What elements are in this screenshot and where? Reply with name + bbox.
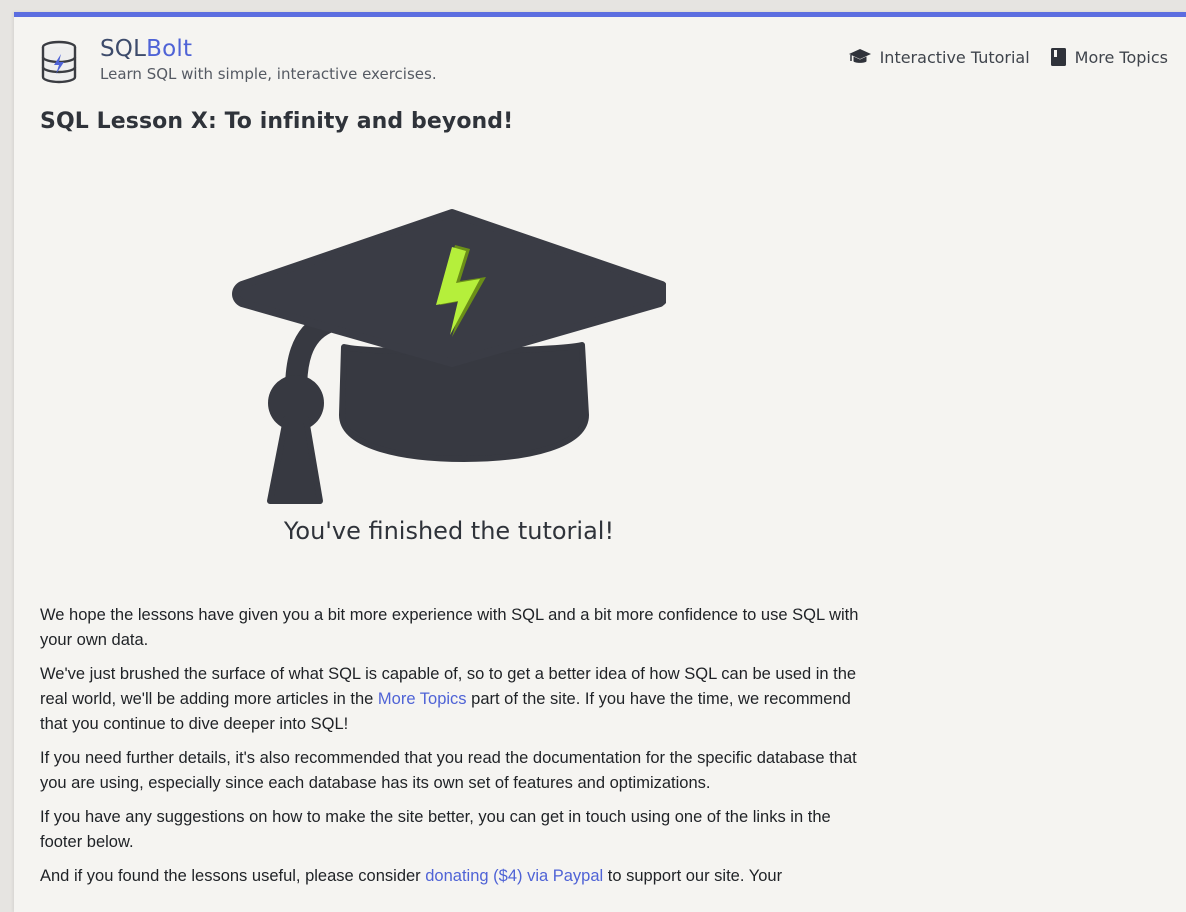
site-header: SQLBolt Learn SQL with simple, interacti… — [14, 17, 1186, 97]
brand: SQLBolt Learn SQL with simple, interacti… — [100, 34, 437, 84]
paragraph-2: We've just brushed the surface of what S… — [40, 662, 860, 737]
nav-interactive-tutorial[interactable]: Interactive Tutorial — [848, 48, 1030, 67]
lesson-title: SQL Lesson X: To infinity and beyond! — [40, 109, 514, 134]
paragraph-5-text-a: And if you found the lessons useful, ple… — [40, 867, 426, 885]
paragraph-4: If you have any suggestions on how to ma… — [40, 808, 831, 851]
paragraph-5: And if you found the lessons useful, ple… — [40, 864, 860, 889]
page-container: SQLBolt Learn SQL with simple, interacti… — [14, 12, 1186, 912]
database-bolt-icon[interactable] — [40, 40, 78, 84]
brand-prefix: SQL — [100, 36, 147, 62]
paragraph-3: If you need further details, it's also r… — [40, 749, 857, 792]
lesson-body: We hope the lessons have given you a bit… — [40, 603, 860, 898]
paragraph-5-text-b: to support our site. Your — [603, 867, 783, 885]
top-nav: Interactive Tutorial More Topics — [828, 47, 1168, 67]
paragraph-1: We hope the lessons have given you a bit… — [40, 606, 859, 649]
brand-title[interactable]: SQLBolt — [100, 34, 437, 64]
brand-tagline: Learn SQL with simple, interactive exerc… — [100, 65, 437, 83]
book-icon — [1050, 48, 1066, 66]
finished-message: You've finished the tutorial! — [283, 517, 615, 545]
nav-interactive-tutorial-label: Interactive Tutorial — [879, 47, 1030, 67]
more-topics-link[interactable]: More Topics — [378, 690, 467, 708]
nav-more-topics[interactable]: More Topics — [1050, 47, 1168, 67]
brand-suffix: Bolt — [146, 36, 193, 62]
nav-more-topics-label: More Topics — [1074, 47, 1168, 67]
graduation-cap-icon — [848, 49, 871, 63]
graduation-cap-bolt-icon — [232, 209, 666, 504]
paypal-donate-link[interactable]: donating ($4) via Paypal — [425, 867, 603, 885]
